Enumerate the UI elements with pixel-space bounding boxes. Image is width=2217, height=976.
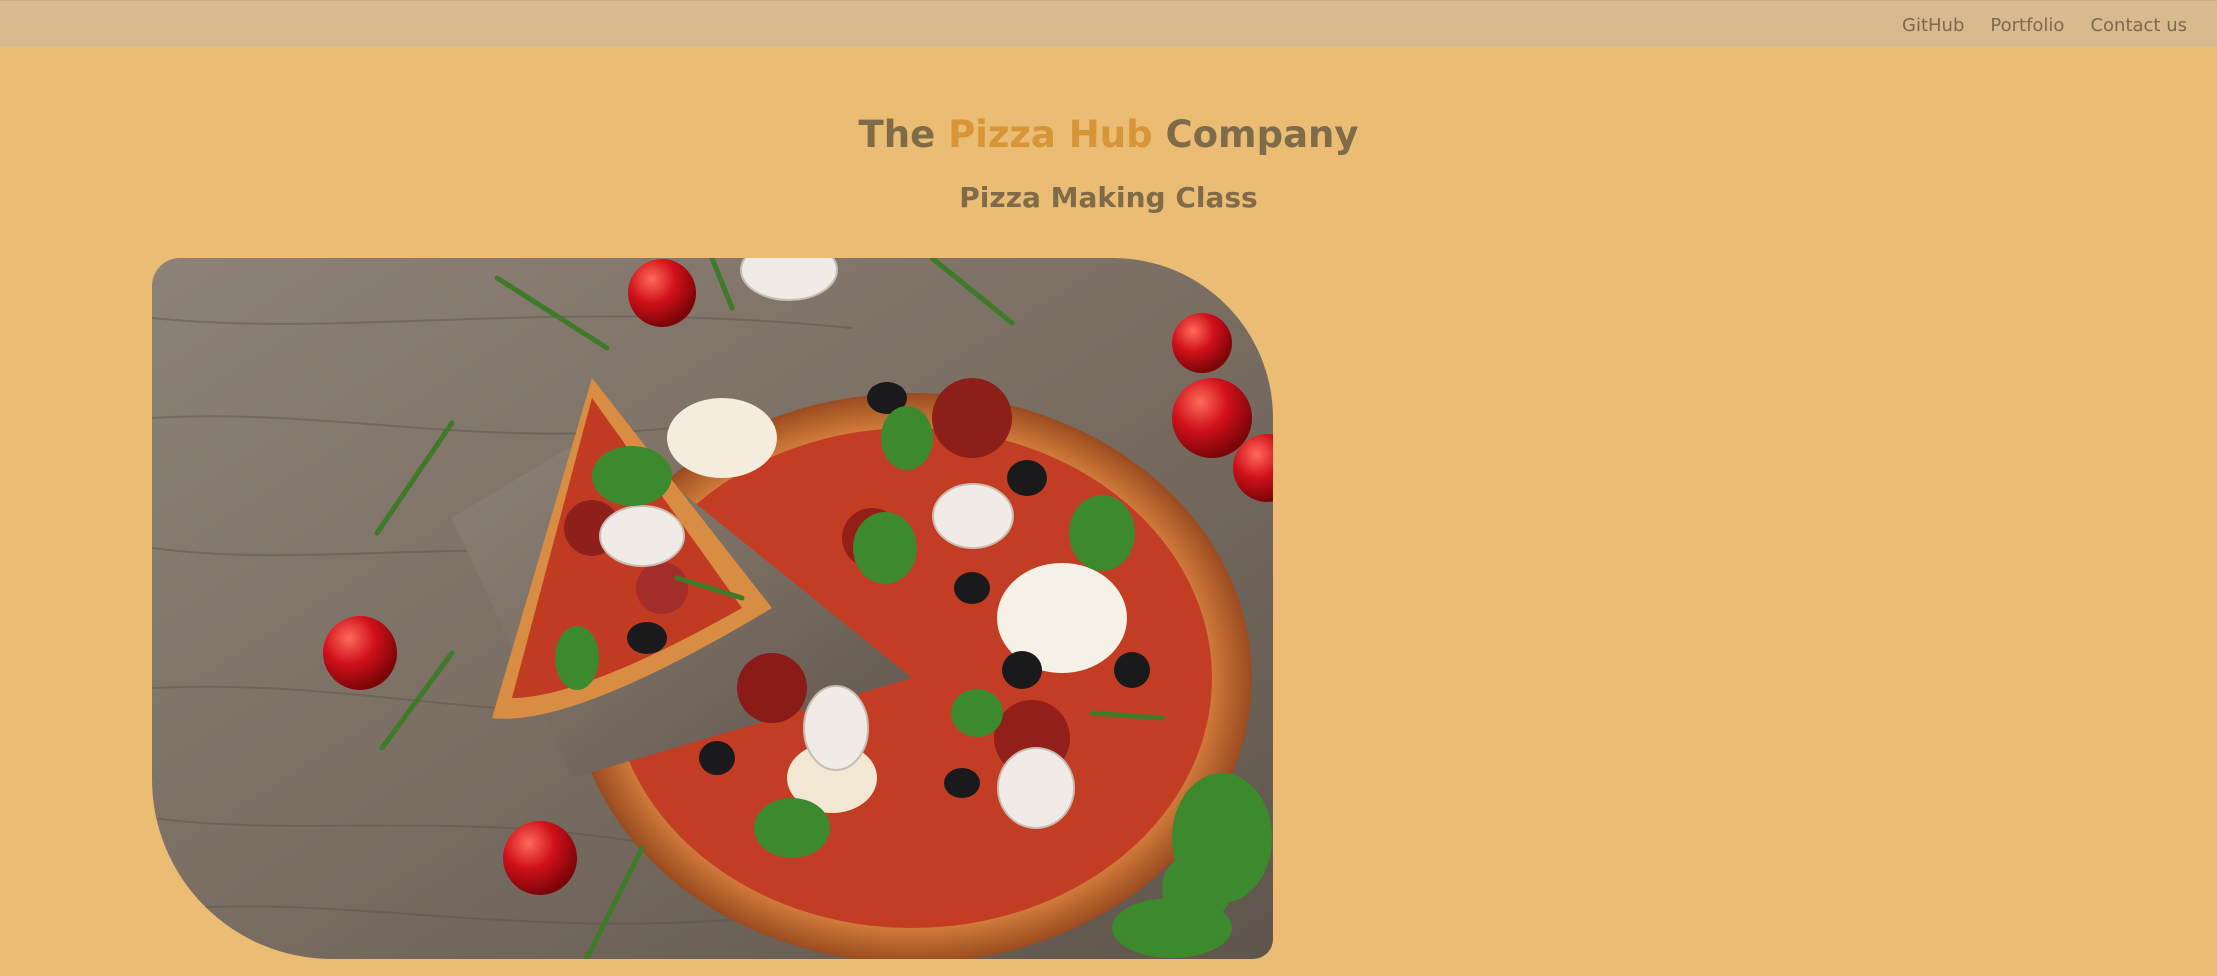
nav-link-github[interactable]: GitHub: [1902, 15, 1964, 37]
nav-links: GitHub Portfolio Contact us: [1902, 15, 2187, 37]
pizza-illustration: [152, 258, 1273, 959]
pizza-hero-image: [152, 258, 1273, 959]
top-navigation-bar: GitHub Portfolio Contact us: [0, 0, 2217, 47]
nav-link-portfolio[interactable]: Portfolio: [1990, 15, 2064, 37]
nav-link-contact-us[interactable]: Contact us: [2090, 15, 2187, 37]
title-prefix: The: [858, 113, 936, 156]
page-title: The Pizza Hub Company: [0, 110, 2217, 160]
page-subtitle: Pizza Making Class: [959, 181, 1258, 214]
title-suffix: Company: [1165, 113, 1359, 156]
title-accent: Pizza Hub: [948, 113, 1153, 156]
